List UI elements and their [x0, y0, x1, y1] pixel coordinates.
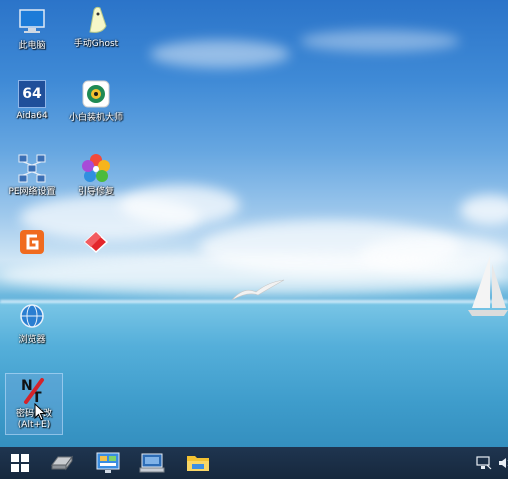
desktop-icon-red-diamond-tool[interactable] — [68, 226, 124, 258]
svg-text:N: N — [21, 378, 33, 394]
network-settings-icon — [16, 152, 48, 184]
network-icon[interactable] — [476, 456, 492, 470]
wallpaper-cloud — [460, 195, 508, 225]
control-panel-icon — [96, 452, 120, 473]
disk-genius-icon — [16, 226, 48, 258]
start-icon — [11, 454, 29, 472]
boot-repair-icon — [80, 152, 112, 184]
installer-icon — [80, 78, 112, 110]
browser-icon — [16, 300, 48, 332]
wallpaper-cloud — [120, 185, 240, 225]
aida64-badge: 64 — [22, 86, 42, 102]
ghost-icon — [80, 4, 112, 36]
desktop-icon-label: 手动Ghost — [73, 39, 119, 49]
wallpaper-cloud — [150, 40, 290, 68]
password-tool-icon: N T — [18, 374, 50, 406]
taskbar-file-explorer-button[interactable] — [178, 447, 218, 479]
sailboat-image — [468, 256, 508, 316]
red-diamond-icon — [80, 226, 112, 258]
desktop-icon-label: 此电脑 — [18, 41, 46, 51]
desktop-icon-disk-genius[interactable] — [4, 226, 60, 258]
start-button[interactable] — [0, 447, 40, 479]
taskbar — [0, 447, 508, 479]
taskbar-drive-button[interactable] — [42, 447, 82, 479]
desktop-icon-label: 小白装机大师 — [68, 113, 123, 123]
desktop-icon-label: 引导修复 — [77, 187, 114, 197]
desktop-icon-boot-repair[interactable]: 引导修复 — [68, 152, 124, 198]
wallpaper-sea — [0, 302, 508, 447]
taskbar-control-panel-button[interactable] — [88, 447, 128, 479]
drive-icon — [51, 455, 73, 471]
desktop-icon-browser[interactable]: 浏览器 — [4, 300, 60, 346]
volume-icon[interactable] — [498, 456, 508, 470]
taskbar-network-monitor-button[interactable] — [132, 447, 172, 479]
desktop-wallpaper: 此电脑 手动Ghost 64 Aida64 小白装机大师 PE网络设置 引导修复… — [0, 0, 508, 447]
desktop-icon-label: Aida64 — [16, 111, 48, 121]
desktop-icon-label: PE网络设置 — [8, 187, 56, 197]
aida64-icon: 64 — [18, 80, 46, 108]
desktop-icon-manual-ghost[interactable]: 手动Ghost — [68, 4, 124, 50]
network-monitor-icon — [139, 453, 165, 473]
desktop-icon-shortcut-label: (Alt+E) — [17, 420, 51, 430]
seagull-image — [231, 279, 285, 301]
wallpaper-cloud — [300, 30, 460, 52]
file-explorer-icon — [187, 456, 209, 471]
desktop-icon-xiaobai-installer[interactable]: 小白装机大师 — [68, 78, 124, 124]
mouse-cursor-icon — [34, 403, 46, 421]
desktop-icon-this-pc[interactable]: 此电脑 — [4, 6, 60, 52]
desktop-icon-pe-network-settings[interactable]: PE网络设置 — [4, 152, 60, 198]
computer-icon — [16, 6, 48, 38]
desktop-icon-label: 浏览器 — [18, 335, 46, 345]
desktop-icon-aida64[interactable]: 64 Aida64 — [4, 78, 60, 122]
system-tray — [476, 447, 508, 479]
